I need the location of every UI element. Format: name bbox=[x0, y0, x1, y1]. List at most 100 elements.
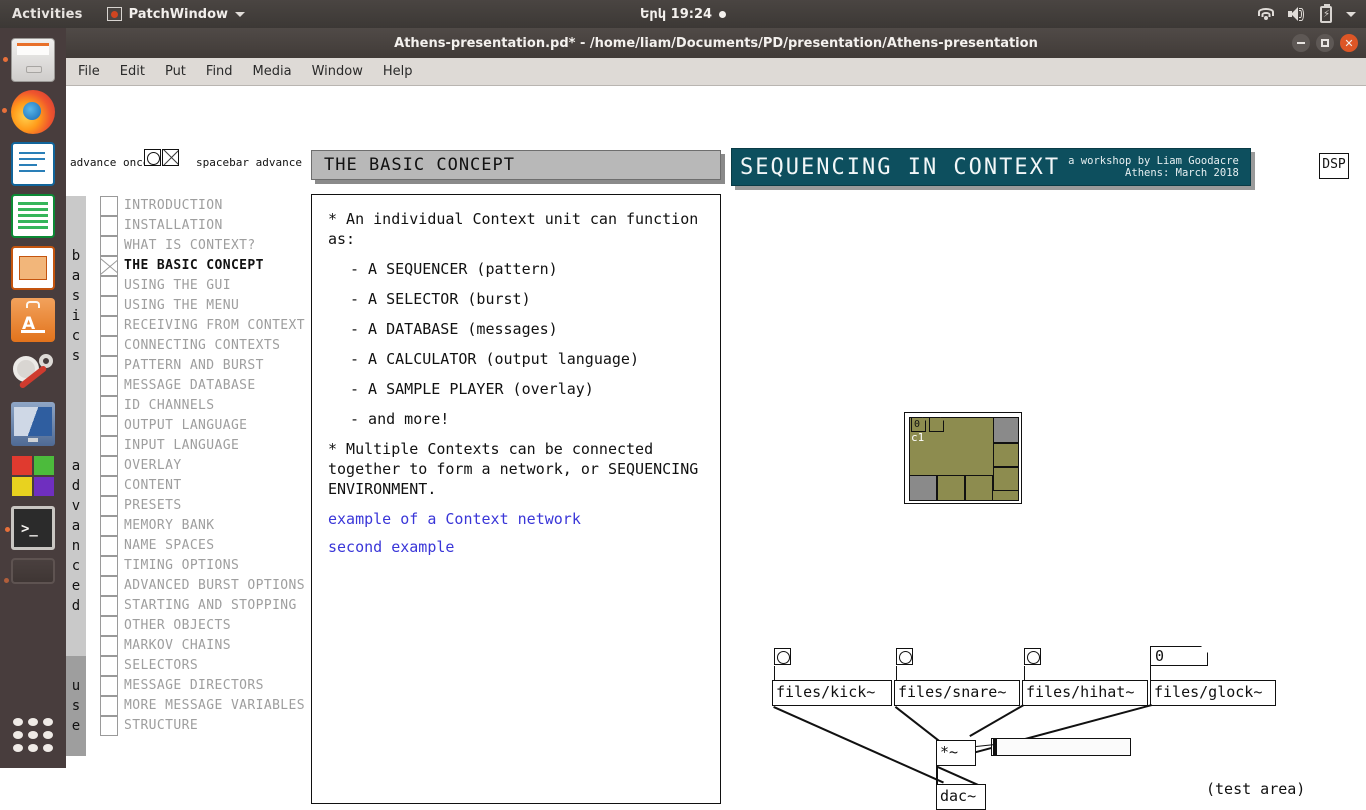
nav-item-toggle[interactable] bbox=[100, 296, 118, 316]
nav-item-content[interactable]: CONTENT bbox=[100, 476, 305, 496]
object-files-snare[interactable]: files/snare~ bbox=[894, 680, 1020, 706]
nav-item-toggle[interactable] bbox=[100, 376, 118, 396]
nav-item-presets[interactable]: PRESETS bbox=[100, 496, 305, 516]
nav-item-toggle[interactable] bbox=[100, 656, 118, 676]
ctx-cell-r2[interactable] bbox=[993, 443, 1019, 467]
ctx-cell-r3[interactable] bbox=[993, 467, 1019, 491]
nav-item-toggle[interactable] bbox=[100, 216, 118, 236]
launcher-item-amazon[interactable]: A bbox=[11, 298, 55, 342]
nav-item-input-language[interactable]: INPUT LANGUAGE bbox=[100, 436, 305, 456]
launcher-item-impress[interactable] bbox=[11, 246, 55, 290]
maximize-button[interactable] bbox=[1316, 34, 1334, 52]
launcher-item-firefox[interactable] bbox=[2, 90, 55, 134]
nav-item-the-basic-concept[interactable]: THE BASIC CONCEPT bbox=[100, 256, 305, 276]
nav-item-toggle[interactable] bbox=[100, 396, 118, 416]
nav-item-using-the-menu[interactable]: USING THE MENU bbox=[100, 296, 305, 316]
nav-item-what-is-context[interactable]: WHAT IS CONTEXT? bbox=[100, 236, 305, 256]
spacebar-advance-toggle[interactable] bbox=[162, 149, 179, 166]
nav-item-markov-chains[interactable]: MARKOV CHAINS bbox=[100, 636, 305, 656]
object-files-glock[interactable]: files/glock~ bbox=[1150, 680, 1276, 706]
kick-bang[interactable] bbox=[774, 648, 791, 665]
nav-item-toggle[interactable] bbox=[100, 616, 118, 636]
nav-item-connecting-contexts[interactable]: CONNECTING CONTEXTS bbox=[100, 336, 305, 356]
launcher-item-terminal[interactable]: >_ bbox=[5, 506, 55, 550]
nav-item-starting-and-stopping[interactable]: STARTING AND STOPPING bbox=[100, 596, 305, 616]
ctx-cell-r1[interactable] bbox=[993, 417, 1019, 443]
nav-item-message-database[interactable]: MESSAGE DATABASE bbox=[100, 376, 305, 396]
slide-link[interactable]: second example bbox=[328, 537, 704, 557]
nav-item-more-message-variables[interactable]: MORE MESSAGE VARIABLES bbox=[100, 696, 305, 716]
minimize-button[interactable] bbox=[1292, 34, 1310, 52]
nav-item-id-channels[interactable]: ID CHANNELS bbox=[100, 396, 305, 416]
nav-item-output-language[interactable]: OUTPUT LANGUAGE bbox=[100, 416, 305, 436]
launcher-item-hidden[interactable] bbox=[4, 558, 55, 584]
nav-item-message-directors[interactable]: MESSAGE DIRECTORS bbox=[100, 676, 305, 696]
glock-number-box[interactable]: 0 bbox=[1150, 646, 1208, 666]
object-dac[interactable]: dac~ bbox=[936, 784, 986, 810]
ctx-cell-b3[interactable] bbox=[965, 475, 993, 501]
ctx-cell-b2[interactable] bbox=[937, 475, 965, 501]
nav-item-toggle[interactable] bbox=[100, 696, 118, 716]
show-applications-button[interactable] bbox=[13, 718, 53, 752]
nav-item-other-objects[interactable]: OTHER OBJECTS bbox=[100, 616, 305, 636]
ctx-cell-b1[interactable] bbox=[909, 475, 937, 501]
launcher-item-media[interactable] bbox=[11, 402, 55, 446]
nav-item-using-the-gui[interactable]: USING THE GUI bbox=[100, 276, 305, 296]
launcher-item-writer[interactable] bbox=[11, 142, 55, 186]
menu-edit[interactable]: Edit bbox=[120, 64, 145, 79]
ctx-number-box-2[interactable] bbox=[929, 417, 944, 432]
context-unit-abstraction[interactable]: 0 c1 bbox=[904, 412, 1022, 504]
nav-item-toggle[interactable] bbox=[100, 496, 118, 516]
object-files-hihat[interactable]: files/hihat~ bbox=[1022, 680, 1148, 706]
menu-file[interactable]: File bbox=[78, 64, 100, 79]
nav-item-toggle[interactable] bbox=[100, 416, 118, 436]
nav-item-toggle[interactable] bbox=[100, 476, 118, 496]
nav-item-toggle[interactable] bbox=[100, 356, 118, 376]
object-multiply[interactable]: *~ bbox=[936, 740, 976, 766]
nav-item-toggle[interactable] bbox=[100, 456, 118, 476]
nav-item-selectors[interactable]: SELECTORS bbox=[100, 656, 305, 676]
nav-item-toggle[interactable] bbox=[100, 716, 118, 736]
launcher-item-software[interactable] bbox=[11, 454, 55, 498]
wifi-icon[interactable] bbox=[1258, 7, 1274, 21]
nav-item-toggle[interactable] bbox=[100, 256, 118, 276]
launcher-item-settings[interactable] bbox=[11, 350, 55, 394]
nav-item-toggle[interactable] bbox=[100, 596, 118, 616]
nav-item-name-spaces[interactable]: NAME SPACES bbox=[100, 536, 305, 556]
snare-bang[interactable] bbox=[896, 648, 913, 665]
nav-item-toggle[interactable] bbox=[100, 516, 118, 536]
nav-item-toggle[interactable] bbox=[100, 436, 118, 456]
nav-item-toggle[interactable] bbox=[100, 316, 118, 336]
close-button[interactable]: ✕ bbox=[1340, 34, 1358, 52]
nav-item-timing-options[interactable]: TIMING OPTIONS bbox=[100, 556, 305, 576]
object-files-kick[interactable]: files/kick~ bbox=[772, 680, 892, 706]
clock-button[interactable]: Երկ 19:24 bbox=[553, 7, 813, 22]
launcher-item-files[interactable] bbox=[3, 38, 55, 82]
menu-media[interactable]: Media bbox=[253, 64, 292, 79]
nav-item-toggle[interactable] bbox=[100, 636, 118, 656]
app-menu-button[interactable]: PatchWindow bbox=[106, 7, 246, 22]
nav-item-introduction[interactable]: INTRODUCTION bbox=[100, 196, 305, 216]
window-title-bar[interactable]: Athens-presentation.pd* - /home/liam/Doc… bbox=[66, 28, 1366, 58]
menu-find[interactable]: Find bbox=[206, 64, 233, 79]
nav-item-toggle[interactable] bbox=[100, 676, 118, 696]
nav-item-receiving-from-context[interactable]: RECEIVING FROM CONTEXT bbox=[100, 316, 305, 336]
nav-item-toggle[interactable] bbox=[100, 196, 118, 216]
volume-slider[interactable] bbox=[991, 738, 1131, 756]
nav-item-toggle[interactable] bbox=[100, 576, 118, 596]
menu-help[interactable]: Help bbox=[383, 64, 413, 79]
menu-window[interactable]: Window bbox=[312, 64, 363, 79]
hihat-bang[interactable] bbox=[1024, 648, 1041, 665]
activities-button[interactable]: Activities bbox=[12, 7, 83, 22]
nav-item-memory-bank[interactable]: MEMORY BANK bbox=[100, 516, 305, 536]
dsp-toggle[interactable]: DSP bbox=[1319, 153, 1349, 179]
nav-item-toggle[interactable] bbox=[100, 276, 118, 296]
nav-item-toggle[interactable] bbox=[100, 236, 118, 256]
nav-item-installation[interactable]: INSTALLATION bbox=[100, 216, 305, 236]
launcher-item-calc[interactable] bbox=[11, 194, 55, 238]
advance-once-bang[interactable] bbox=[144, 149, 161, 166]
battery-icon[interactable]: ⚡ bbox=[1320, 3, 1332, 23]
menu-put[interactable]: Put bbox=[165, 64, 186, 79]
nav-item-advanced-burst-options[interactable]: ADVANCED BURST OPTIONS bbox=[100, 576, 305, 596]
pd-canvas[interactable]: advance once spacebar advance basics adv… bbox=[66, 86, 1366, 810]
